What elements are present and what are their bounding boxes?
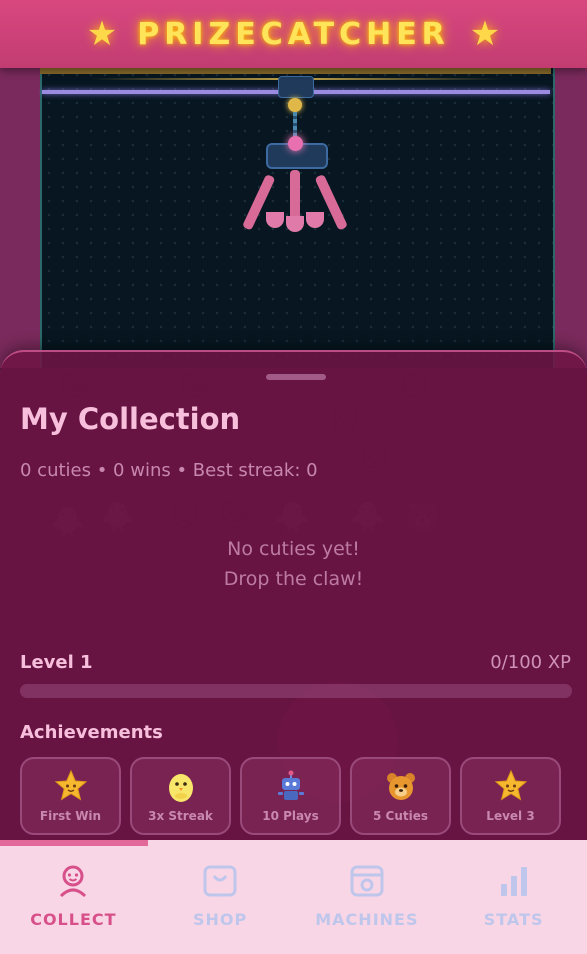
star-icon	[54, 769, 88, 803]
achievement-label: Level 3	[486, 809, 535, 823]
nav-item-machines[interactable]: MACHINES	[294, 840, 441, 954]
achievement-label: 3x Streak	[148, 809, 213, 823]
nav-label: STATS	[483, 910, 544, 929]
bag-icon	[202, 864, 238, 902]
achievement-label: First Win	[39, 809, 102, 823]
achievement-level-3[interactable]: Level 3	[460, 757, 561, 835]
nav-label: MACHINES	[315, 910, 419, 929]
nav-label: SHOP	[193, 910, 248, 929]
cabinet-left-wall	[0, 68, 40, 368]
achievement-first-win[interactable]: First Win	[20, 757, 121, 835]
level-label: Level 1	[20, 652, 93, 673]
star-icon: ★	[469, 14, 501, 54]
achievement-10-plays[interactable]: 10 Plays	[240, 757, 341, 835]
achievement-label: 5 Cuties	[372, 809, 428, 823]
bar-chart-icon	[497, 864, 531, 902]
face-icon	[56, 864, 90, 902]
claw-pulley	[288, 98, 302, 112]
machine-icon	[349, 864, 385, 902]
app-title: PRIZECATCHER	[137, 16, 450, 52]
bear-icon	[385, 769, 417, 803]
achievements-list: First Win 3x Streak 10 Plays 5 Cuties Le…	[20, 757, 561, 835]
nav-label: COLLECT	[30, 910, 117, 929]
cabinet-right-wall	[551, 68, 587, 368]
collection-stats: 0 cuties • 0 wins • Best streak: 0	[20, 460, 318, 481]
achievement-5-cuties[interactable]: 5 Cuties	[350, 757, 451, 835]
nav-item-collect[interactable]: COLLECT	[0, 840, 147, 954]
achievements-title: Achievements	[20, 722, 163, 743]
robot-icon	[277, 769, 305, 803]
collection-title: My Collection	[20, 402, 241, 436]
machine-top-bar	[40, 68, 551, 74]
xp-label: 0/100 XP	[490, 652, 571, 673]
sheet-drag-handle[interactable]	[266, 374, 326, 380]
app-header: ★ PRIZECATCHER ★	[0, 0, 587, 68]
empty-message-line1: No cuties yet!	[227, 538, 360, 560]
bottom-nav: COLLECT SHOP MACHINES STATS	[0, 840, 587, 954]
nav-item-shop[interactable]: SHOP	[147, 840, 294, 954]
chick-icon	[166, 769, 196, 803]
empty-message-line2: Drop the claw!	[223, 568, 364, 590]
star-icon: ★	[86, 14, 118, 54]
claw-carriage	[278, 76, 314, 98]
star-icon	[494, 769, 528, 803]
xp-progress-bar	[20, 684, 572, 698]
achievement-label: 10 Plays	[262, 809, 319, 823]
nav-active-indicator	[0, 840, 148, 846]
nav-item-stats[interactable]: STATS	[440, 840, 587, 954]
claw-light	[288, 136, 303, 151]
achievement-3x-streak[interactable]: 3x Streak	[130, 757, 231, 835]
collection-sheet: My Collection 0 cuties • 0 wins • Best s…	[0, 350, 587, 852]
